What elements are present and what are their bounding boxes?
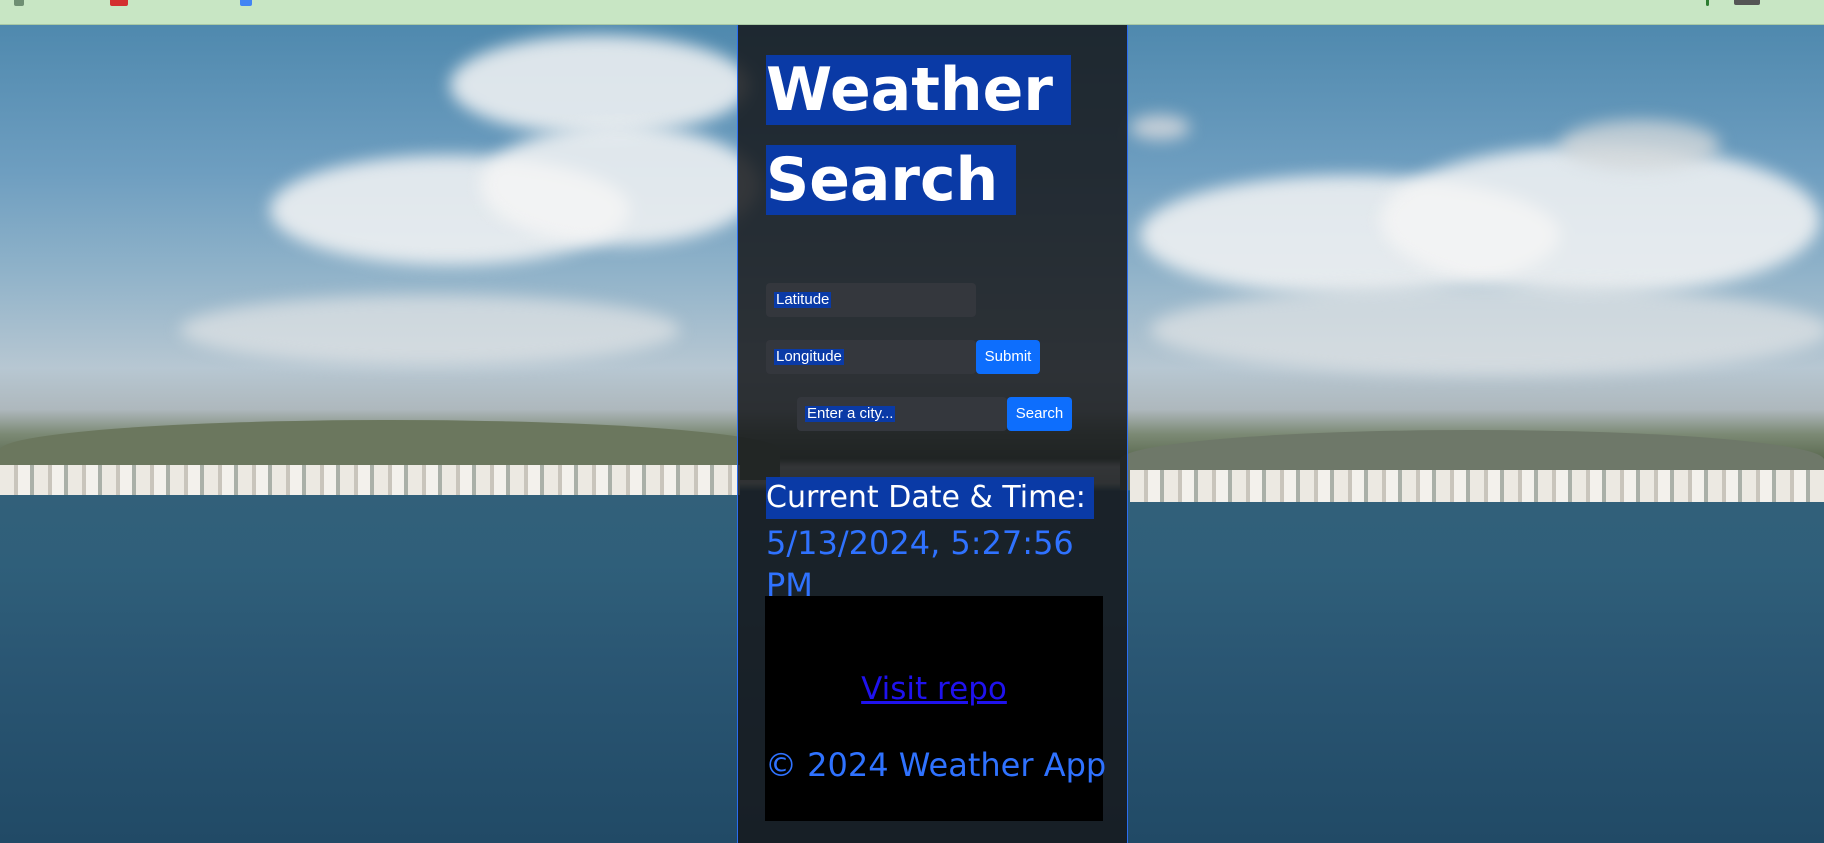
city-search-input[interactable]: Enter a city... [797, 397, 1007, 431]
latitude-input[interactable]: Latitude [766, 283, 976, 317]
longitude-placeholder: Longitude [774, 348, 844, 365]
visit-repo-link[interactable]: Visit repo [765, 671, 1103, 707]
status-indicator-icon [1706, 0, 1709, 6]
city-placeholder: Enter a city... [805, 405, 896, 422]
datetime-label: Current Date & Time: [766, 477, 1094, 519]
submit-button[interactable]: Submit [976, 340, 1040, 374]
page-title-line-1: Weather [766, 55, 1071, 125]
datetime-value: 5/13/2024, 5:27:56 PM [766, 524, 1074, 604]
page-title-line-2: Search [766, 145, 1017, 215]
footer: Visit repo © 2024 Weather App [765, 596, 1107, 821]
latitude-placeholder: Latitude [774, 291, 832, 308]
window-icon[interactable] [1734, 0, 1760, 5]
page-title: Weather Search [766, 45, 1071, 225]
bookmark-icon[interactable] [240, 0, 252, 6]
weather-panel: Weather Search Latitude Longitude Submit… [737, 25, 1128, 843]
copyright-text: © 2024 Weather App [765, 746, 1107, 784]
bookmark-icon[interactable] [110, 0, 128, 6]
longitude-input[interactable]: Longitude [766, 340, 976, 374]
extension-icon[interactable] [14, 0, 24, 6]
browser-toolbar [0, 0, 1824, 25]
search-button[interactable]: Search [1007, 397, 1072, 431]
